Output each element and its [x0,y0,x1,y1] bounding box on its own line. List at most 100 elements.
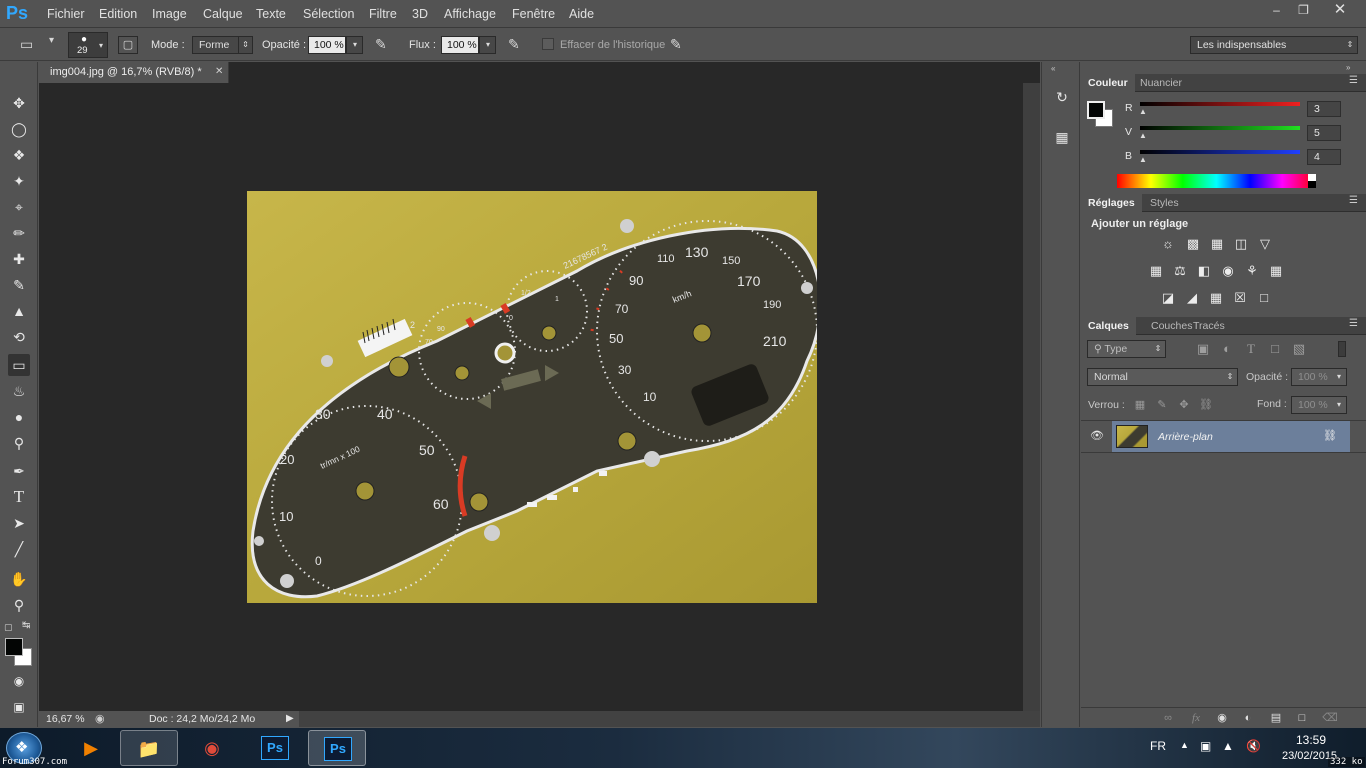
slider-thumb-icon[interactable]: ▲ [1139,155,1147,164]
channel-b-slider[interactable] [1140,150,1300,154]
layer-thumbnail[interactable] [1116,425,1148,448]
tab-couleur[interactable]: Couleur [1081,74,1135,92]
eraser-tool-icon[interactable]: ▭ [20,36,33,53]
photo-filter-icon[interactable]: ◉ [1219,263,1237,279]
posterize-icon[interactable]: ◢ [1183,290,1201,306]
panel-menu-icon[interactable]: ☰ [1349,318,1358,329]
channel-r-slider[interactable] [1140,102,1300,106]
chrome-taskbar-button[interactable]: ◉ [183,730,241,766]
hand-tool-icon[interactable]: ✋ [8,568,30,590]
swap-colors-icon[interactable]: ↹ [22,620,30,631]
menu-affichage[interactable]: Affichage [444,7,496,21]
restore-icon[interactable]: ❐ [1290,1,1317,19]
zoom-level[interactable]: 16,67 % [46,713,85,725]
color-balance-icon[interactable]: ⚖ [1171,263,1189,279]
fx-icon[interactable]: fx [1187,710,1205,726]
menu-texte[interactable]: Texte [256,7,286,21]
workspace-select[interactable]: Les indispensables ⇕ [1190,36,1358,54]
flow-input[interactable]: 100 % [441,36,479,54]
selective-color-icon[interactable]: ☒ [1231,290,1249,306]
show-hidden-icons-icon[interactable]: ▲ [1180,740,1189,750]
magic-wand-tool-icon[interactable]: ✦ [8,170,30,192]
link-layers-icon[interactable]: ∞ [1159,710,1177,726]
trash-icon[interactable]: ⌫ [1321,710,1339,726]
erase-history-checkbox[interactable] [542,38,554,50]
channel-v-value[interactable]: 5 [1307,125,1341,141]
brush-tool-icon[interactable]: ✎ [8,274,30,296]
menu-aide[interactable]: Aide [569,7,594,21]
filter-smart-object-icon[interactable]: ▧ [1290,341,1308,357]
filter-toggle[interactable] [1338,341,1346,357]
preset-dropdown-icon[interactable]: ▾ [49,35,54,46]
opacity-input[interactable]: 100 % [308,36,346,54]
layer-filter-select[interactable]: ⚲ Type ⇕ [1087,340,1166,358]
tab-nuancier[interactable]: Nuancier [1133,74,1189,92]
airbrush-icon[interactable]: ✎ [508,36,520,53]
stamp-tool-icon[interactable]: ▲ [8,300,30,322]
spectrum-black-swatch[interactable] [1308,181,1316,188]
collapse-arrows-icon[interactable]: « [1051,64,1055,73]
paint-bucket-tool-icon[interactable]: ♨ [8,380,30,402]
blur-tool-icon[interactable]: ● [8,406,30,428]
tab-reglages[interactable]: Réglages [1081,194,1142,212]
document-tab[interactable]: img004.jpg @ 16,7% (RVB/8) * ✕ [39,62,229,83]
type-tool-icon[interactable]: T [8,486,30,508]
close-icon[interactable]: ✕ [1320,1,1360,19]
levels-icon[interactable]: ▩ [1184,236,1202,252]
mode-select[interactable]: Forme ⇕ [192,36,253,54]
filter-shape-icon[interactable]: □ [1266,341,1284,357]
filter-adjustment-icon[interactable]: ◐ [1218,341,1236,357]
vertical-scrollbar[interactable] [1023,83,1040,711]
pressure-size-icon[interactable]: ✎ [670,36,682,53]
color-foreground-swatch[interactable] [1087,101,1105,119]
menu-selection[interactable]: Sélection [303,7,354,21]
add-mask-icon[interactable]: ◉ [1213,710,1231,726]
channel-mixer-icon[interactable]: ⚘ [1243,263,1261,279]
vibrance-icon[interactable]: ▽ [1256,236,1274,252]
threshold-icon[interactable]: ▦ [1207,290,1225,306]
pen-tool-icon[interactable]: ✒ [8,460,30,482]
color-spectrum-bar[interactable] [1117,174,1316,188]
explorer-taskbar-button[interactable]: 📁 [120,730,178,766]
slider-thumb-icon[interactable]: ▲ [1139,131,1147,140]
tab-styles[interactable]: Styles [1143,194,1186,212]
new-layer-icon[interactable]: □ [1293,710,1311,726]
devices-icon[interactable]: ▣ [1200,739,1211,753]
eyedropper-tool-icon[interactable]: ✏ [8,222,30,244]
black-white-icon[interactable]: ◧ [1195,263,1213,279]
menu-fenetre[interactable]: Fenêtre [512,7,555,21]
menu-fichier[interactable]: Fichier [47,7,85,21]
visibility-eye-icon[interactable]: 👁 [1090,429,1104,442]
flow-dropdown[interactable]: ▾ [479,36,496,54]
dodge-tool-icon[interactable]: ⚲ [8,432,30,454]
new-adjustment-icon[interactable]: ◐ [1239,710,1257,726]
menu-3d[interactable]: 3D [412,7,428,21]
curves-icon[interactable]: ▦ [1208,236,1226,252]
panel-menu-icon[interactable]: ☰ [1349,75,1358,86]
marquee-tool-icon[interactable]: ◯ [8,118,30,140]
invert-icon[interactable]: ◪ [1159,290,1177,306]
volume-muted-icon[interactable]: 🔇 [1246,739,1261,753]
history-brush-tool-icon[interactable]: ⟲ [8,326,30,348]
zoom-tool-icon[interactable]: ⚲ [8,594,30,616]
layer-name[interactable]: Arrière-plan [1158,431,1213,443]
properties-panel-icon[interactable]: ▦ [1051,126,1073,148]
photoshop-active-taskbar-button[interactable]: Ps [308,730,366,766]
hue-saturation-icon[interactable]: ▦ [1147,263,1165,279]
document-image[interactable]: 21678567 2 tr/mn x 100 km/h 0 10 20 30 4… [247,191,817,603]
move-tool-icon[interactable]: ✥ [8,92,30,114]
menu-edition[interactable]: Edition [99,7,137,21]
crop-tool-icon[interactable]: ⌖ [8,196,30,218]
layer-row[interactable]: 👁 Arrière-plan ⛓ [1081,421,1366,452]
healing-brush-tool-icon[interactable]: ✚ [8,248,30,270]
blend-mode-select[interactable]: Normal ⇕ [1087,368,1238,386]
foreground-color-swatch[interactable] [5,638,23,656]
color-lookup-icon[interactable]: ▦ [1267,263,1285,279]
language-indicator[interactable]: FR [1150,739,1166,753]
pressure-opacity-icon[interactable]: ✎ [375,36,387,53]
filter-type-icon[interactable]: T [1242,341,1260,357]
photoshop-taskbar-button[interactable]: Ps [246,730,304,766]
network-icon[interactable]: ▲ [1222,739,1234,753]
opacity-dropdown[interactable]: ▾ [346,36,363,54]
lasso-tool-icon[interactable]: ❖ [8,144,30,166]
